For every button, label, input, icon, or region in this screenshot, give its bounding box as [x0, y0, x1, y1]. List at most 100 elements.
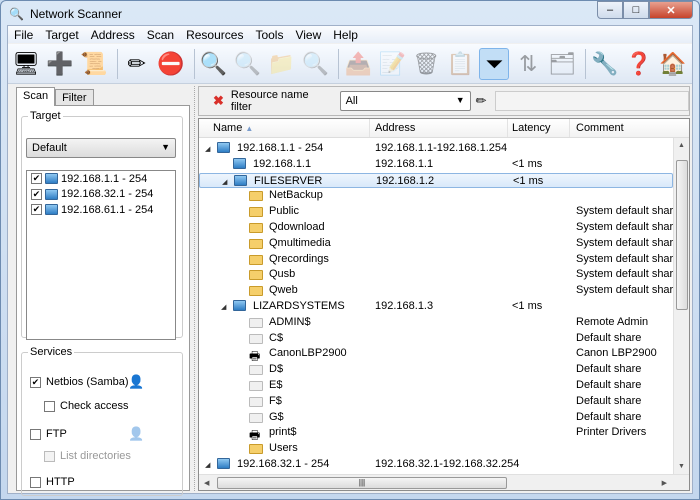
table-row[interactable]: 🖶 print$ Printer Drivers: [199, 425, 673, 442]
splitter[interactable]: [194, 86, 195, 491]
row-comment: System default share: [576, 220, 680, 233]
table-row[interactable]: G$ Default share: [199, 410, 673, 426]
user-credentials-icon[interactable]: 👤: [128, 374, 144, 390]
target-select[interactable]: Default ▼: [26, 138, 176, 158]
table-row[interactable]: ◢ 192.168.1.1 - 254 192.168.1.1-192.168.1.…: [199, 141, 673, 157]
row-comment: Default share: [576, 394, 642, 407]
remove-computer-button[interactable]: ⛔: [156, 48, 186, 80]
target-item[interactable]: ✔ 192.168.61.1 - 254: [27, 202, 175, 218]
clear-filter-icon[interactable]: ✖: [213, 93, 224, 109]
target-checkbox[interactable]: ✔: [31, 204, 42, 216]
table-row[interactable]: 192.168.1.1 192.168.1.1 <1 ms: [199, 157, 673, 173]
service-checkbox[interactable]: [30, 428, 41, 440]
table-row[interactable]: Qusb System default share: [199, 267, 679, 283]
target-item[interactable]: ✔ 192.168.1.1 - 254: [27, 171, 175, 187]
maximize-button[interactable]: □: [623, 1, 649, 19]
filter-select[interactable]: All ▼: [339, 91, 471, 111]
service-checkbox[interactable]: ✔: [30, 376, 41, 388]
rescan-button[interactable]: 🔍: [233, 48, 263, 80]
column-header-name[interactable]: Name ▲: [213, 122, 253, 134]
target-checkbox[interactable]: ✔: [31, 188, 42, 200]
minimize-button[interactable]: –: [597, 1, 623, 19]
tab-scan[interactable]: Scan: [16, 87, 56, 106]
horizontal-scroll-thumb[interactable]: |||: [217, 477, 507, 489]
table-row[interactable]: Qweb System default share: [199, 283, 679, 299]
user-credentials-icon[interactable]: 👤: [128, 426, 144, 442]
expand-toggle-icon[interactable]: ◢: [205, 461, 210, 469]
stop-scan-button[interactable]: 🔍: [301, 48, 331, 80]
table-row[interactable]: Public System default share: [199, 204, 679, 220]
sort-button[interactable]: ⇅: [513, 48, 543, 80]
table-row[interactable]: D$ Default share: [199, 362, 673, 378]
refresh-folder-button[interactable]: 📁: [267, 48, 297, 80]
table-row[interactable]: ◢ 192.168.32.1 - 254 192.168.32.1-192.168.…: [199, 457, 673, 473]
table-row[interactable]: NetBackup: [199, 188, 673, 204]
expand-toggle-icon[interactable]: ◢: [222, 178, 227, 186]
scroll-left-icon[interactable]: ◀: [204, 479, 209, 487]
menu-help[interactable]: Help: [327, 26, 364, 43]
service-netbios-samba[interactable]: ✔ Netbios (Samba) 👤: [30, 374, 144, 389]
service-check-access[interactable]: Check access: [44, 400, 128, 412]
table-row[interactable]: C$ Default share: [199, 331, 673, 347]
table-row[interactable]: Qrecordings System default share: [199, 252, 679, 268]
filter-button[interactable]: ⏷: [479, 47, 510, 80]
start-scan-button[interactable]: 🔍: [199, 48, 229, 80]
table-row[interactable]: ◢ LIZARDSYSTEMS 192.168.1.3 <1 ms: [199, 299, 673, 315]
table-row[interactable]: Qmultimedia System default share: [199, 236, 679, 252]
vertical-scrollbar[interactable]: ▲ ▼: [673, 138, 689, 474]
delete-button[interactable]: 🗑: [411, 48, 441, 80]
table-row[interactable]: Users: [199, 441, 673, 457]
export-button[interactable]: 📤: [343, 48, 373, 80]
target-item[interactable]: ✔ 192.168.32.1 - 254: [27, 187, 175, 203]
service-checkbox[interactable]: [30, 476, 41, 488]
expand-toggle-icon[interactable]: ◢: [221, 303, 226, 311]
menu-resources[interactable]: Resources: [180, 26, 249, 43]
target-checkbox[interactable]: ✔: [31, 173, 42, 185]
menu-view[interactable]: View: [289, 26, 327, 43]
edit-button[interactable]: 📝: [377, 48, 407, 80]
service-checkbox[interactable]: [44, 400, 55, 412]
table-row[interactable]: ADMIN$ Remote Admin: [199, 315, 673, 331]
properties-button[interactable]: 📋: [445, 48, 475, 80]
add-computer-button[interactable]: 🖥: [11, 48, 41, 80]
home-button[interactable]: 🏠: [658, 48, 688, 80]
close-button[interactable]: ✕: [649, 1, 693, 19]
menu-target[interactable]: Target: [39, 26, 84, 43]
column-header-comment[interactable]: Comment: [576, 122, 624, 134]
menu-address[interactable]: Address: [85, 26, 141, 43]
service-http[interactable]: HTTP: [30, 476, 75, 488]
column-header-address[interactable]: Address: [375, 122, 415, 134]
menu-tools[interactable]: Tools: [249, 26, 289, 43]
menu-file[interactable]: File: [8, 26, 39, 43]
tab-filter[interactable]: Filter: [55, 89, 94, 105]
expand-toggle-icon[interactable]: ◢: [205, 145, 210, 153]
menu-scan[interactable]: Scan: [141, 26, 180, 43]
scroll-up-icon[interactable]: ▲: [678, 142, 685, 149]
table-row[interactable]: 🖶 CanonLBP2900 Canon LBP2900: [199, 346, 673, 363]
column-header-latency[interactable]: Latency: [512, 122, 551, 134]
network-range-icon: [45, 188, 58, 200]
horizontal-scrollbar[interactable]: ◀ ||| ▶: [199, 474, 689, 490]
edit-filter-icon[interactable]: ✏: [476, 93, 487, 109]
scroll-down-icon[interactable]: ▼: [678, 463, 685, 470]
tree-button[interactable]: 🗂: [547, 48, 577, 80]
service-list-directories[interactable]: List directories: [44, 450, 131, 462]
add-script-button[interactable]: 📜: [79, 48, 109, 80]
help-button[interactable]: ❓: [624, 48, 654, 80]
edit-computer-button[interactable]: ✏: [122, 48, 152, 80]
add-ip-range-button[interactable]: ➕: [45, 48, 75, 80]
row-name: print$: [269, 426, 297, 439]
service-checkbox[interactable]: [44, 450, 55, 462]
table-row[interactable]: F$ Default share: [199, 394, 673, 410]
filter-text-input[interactable]: [494, 91, 689, 111]
table-row[interactable]: ◢ FILESERVER 192.168.1.2 <1 ms: [199, 172, 673, 189]
vertical-scroll-thumb[interactable]: [676, 160, 688, 310]
scroll-right-icon[interactable]: ▶: [662, 479, 667, 487]
table-row[interactable]: Qdownload System default share: [199, 220, 679, 236]
settings-wrench-button[interactable]: 🔧: [590, 48, 620, 80]
table-row[interactable]: E$ Default share: [199, 378, 673, 394]
row-comment: Remote Admin: [576, 315, 649, 328]
toolbar-separator: [116, 48, 118, 79]
service-ftp[interactable]: FTP 👤: [30, 426, 144, 441]
hidden-share-folder-icon: [249, 333, 263, 344]
